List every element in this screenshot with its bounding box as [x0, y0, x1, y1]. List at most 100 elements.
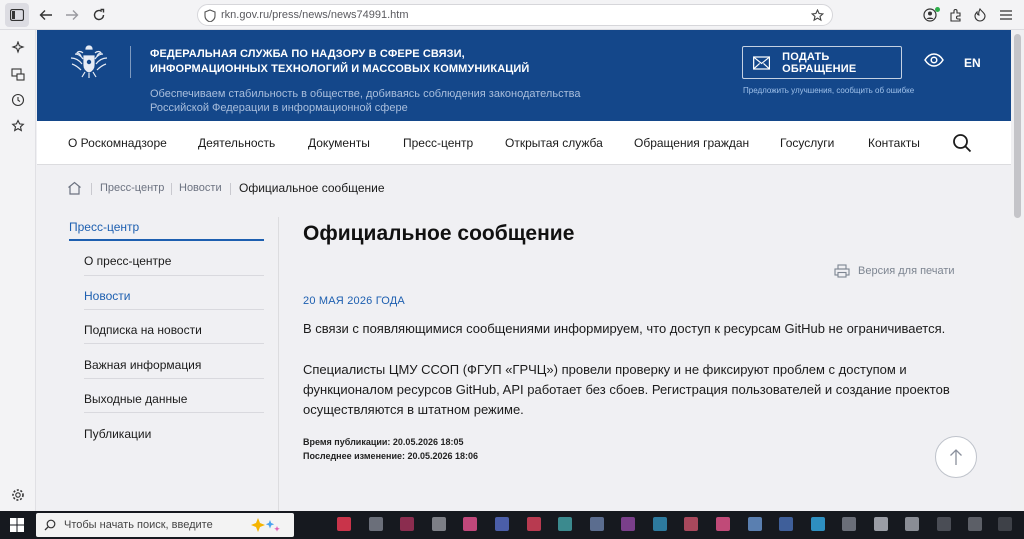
- customize-sidebar-icon[interactable]: [8, 485, 28, 505]
- suggest-improvements-link[interactable]: Предложить улучшения, сообщить об ошибке: [743, 86, 914, 95]
- home-icon[interactable]: [67, 181, 82, 195]
- account-icon[interactable]: [918, 3, 942, 27]
- taskbar-search-placeholder: Чтобы начать поиск, введите: [64, 519, 213, 531]
- nav-item-citizen-appeals[interactable]: Обращения граждан: [634, 136, 749, 150]
- taskbar-app-icon[interactable]: [558, 517, 572, 531]
- taskbar-app-icon[interactable]: [905, 517, 919, 531]
- taskbar-app-icon[interactable]: [463, 517, 477, 531]
- tagline-line2: Российской Федерации в информационной сф…: [150, 102, 408, 114]
- breadcrumb-press-center[interactable]: Пресс-центр: [100, 182, 164, 194]
- taskbar-tray-icon[interactable]: [968, 517, 982, 531]
- submenu-divider: [84, 378, 264, 379]
- taskbar-app-icon[interactable]: [495, 517, 509, 531]
- submenu-title-underline: [69, 239, 264, 241]
- taskbar-search-box[interactable]: Чтобы начать поиск, введите: [36, 513, 294, 537]
- submenu-item-important-info[interactable]: Важная информация: [84, 358, 201, 372]
- nav-item-gosuslugi[interactable]: Госуслуги: [780, 136, 834, 150]
- site-header: ФЕДЕРАЛЬНАЯ СЛУЖБА ПО НАДЗОРУ В СФЕРЕ СВ…: [37, 30, 1011, 121]
- sidebar-toggle-icon[interactable]: [5, 3, 29, 27]
- taskbar-app-icon[interactable]: [621, 517, 635, 531]
- search-icon[interactable]: [952, 133, 972, 153]
- page-scrollbar[interactable]: [1011, 30, 1024, 511]
- article-paragraph-1: В связи с появляющимися сообщениями инфо…: [303, 321, 946, 336]
- nav-item-contacts[interactable]: Контакты: [868, 136, 920, 150]
- submenu-item-publications[interactable]: Публикации: [84, 427, 151, 441]
- taskbar-app-icon[interactable]: [748, 517, 762, 531]
- nav-item-about[interactable]: О Роскомнадзоре: [68, 136, 167, 150]
- coat-of-arms-logo[interactable]: [67, 40, 111, 84]
- notification-dot: [935, 7, 940, 12]
- taskbar-app-icon[interactable]: [527, 517, 541, 531]
- menu-icon[interactable]: [994, 3, 1018, 27]
- breadcrumb-news[interactable]: Новости: [179, 182, 222, 194]
- submenu-item-imprint[interactable]: Выходные данные: [84, 392, 187, 406]
- taskbar-search-icon: [44, 519, 56, 531]
- synced-tabs-icon[interactable]: [8, 64, 28, 84]
- nav-item-activity[interactable]: Деятельность: [198, 136, 275, 150]
- column-divider: [278, 217, 279, 511]
- scroll-to-top-button[interactable]: [935, 436, 977, 478]
- taskbar-app-icon[interactable]: [779, 517, 793, 531]
- taskbar-app-icon[interactable]: [400, 517, 414, 531]
- article-paragraph-2-line-1: Специалисты ЦМУ ССОП (ФГУП «ГРЧЦ») прове…: [303, 362, 907, 377]
- ai-chat-icon[interactable]: [8, 38, 28, 58]
- taskbar-app-icon[interactable]: [842, 517, 856, 531]
- print-version-link[interactable]: Версия для печати: [834, 264, 955, 278]
- submenu-divider: [84, 275, 264, 276]
- scrollbar-thumb[interactable]: [1014, 34, 1021, 218]
- nav-item-open-service[interactable]: Открытая служба: [505, 136, 603, 150]
- submenu-divider: [84, 309, 264, 310]
- submenu-title[interactable]: Пресс-центр: [69, 220, 139, 234]
- tagline-line1: Обеспечиваем стабильность в обществе, до…: [150, 88, 581, 100]
- article-paragraph-2: Специалисты ЦМУ ССОП (ФГУП «ГРЧЦ») прове…: [303, 360, 983, 420]
- bookmarks-icon[interactable]: [8, 116, 28, 136]
- taskbar-app-icon[interactable]: [811, 517, 825, 531]
- breadcrumb-current: Официальное сообщение: [239, 181, 385, 195]
- reload-icon[interactable]: [87, 3, 111, 27]
- site-tagline: Обеспечиваем стабильность в обществе, до…: [150, 87, 580, 115]
- taskbar-app-icon[interactable]: [716, 517, 730, 531]
- last-modified-time: Последнее изменение: 20.05.2026 18:06: [303, 451, 479, 461]
- taskbar-app-icon[interactable]: [874, 517, 888, 531]
- taskbar-app-icon[interactable]: [590, 517, 604, 531]
- breadcrumb-separator: [171, 183, 172, 195]
- windows-start-icon[interactable]: [10, 518, 24, 532]
- taskbar-tray-icon[interactable]: [937, 517, 951, 531]
- organization-name-line1: ФЕДЕРАЛЬНАЯ СЛУЖБА ПО НАДЗОРУ В СФЕРЕ СВ…: [150, 48, 465, 60]
- extensions-icon[interactable]: [944, 3, 968, 27]
- nav-item-press-center[interactable]: Пресс-центр: [403, 136, 473, 150]
- bookmark-star-icon[interactable]: [811, 9, 824, 22]
- taskbar-app-icon[interactable]: [432, 517, 446, 531]
- taskbar-tray-icon[interactable]: [998, 517, 1012, 531]
- taskbar-app-icon[interactable]: [337, 517, 351, 531]
- taskbar-app-icon[interactable]: [369, 517, 383, 531]
- taskbar-app-icon[interactable]: [684, 517, 698, 531]
- accessibility-eye-icon[interactable]: [924, 53, 944, 67]
- address-bar[interactable]: rkn.gov.ru/press/news/news74991.htm: [197, 4, 833, 26]
- browser-sidebar: [0, 30, 36, 511]
- submenu-item-news[interactable]: Новости: [84, 289, 130, 303]
- browser-toolbar: rkn.gov.ru/press/news/news74991.htm: [0, 0, 1024, 30]
- history-icon[interactable]: [8, 90, 28, 110]
- site-info-icon[interactable]: [204, 9, 216, 22]
- submit-appeal-button[interactable]: ПОДАТЬ ОБРАЩЕНИЕ: [742, 46, 902, 79]
- print-version-label: Версия для печати: [858, 265, 955, 277]
- organization-name-line2: ИНФОРМАЦИОННЫХ ТЕХНОЛОГИЙ И МАССОВЫХ КОМ…: [150, 63, 530, 75]
- firefox-view-icon[interactable]: [968, 3, 992, 27]
- submenu-divider: [84, 412, 264, 413]
- back-icon[interactable]: [34, 3, 58, 27]
- submenu-item-subscription[interactable]: Подписка на новости: [84, 323, 202, 337]
- breadcrumb-separator: [91, 183, 92, 195]
- language-switch[interactable]: EN: [964, 56, 981, 70]
- submenu-divider: [84, 343, 264, 344]
- breadcrumb-separator: [230, 183, 231, 195]
- submit-appeal-label: ПОДАТЬ ОБРАЩЕНИЕ: [782, 50, 857, 75]
- arrow-up-icon: [950, 449, 962, 465]
- forward-icon[interactable]: [60, 3, 84, 27]
- submenu-item-about-press-center[interactable]: О пресс-центре: [84, 254, 171, 268]
- nav-item-documents[interactable]: Документы: [308, 136, 370, 150]
- organization-name[interactable]: ФЕДЕРАЛЬНАЯ СЛУЖБА ПО НАДЗОРУ В СФЕРЕ СВ…: [150, 47, 529, 77]
- taskbar-app-icon[interactable]: [653, 517, 667, 531]
- search-highlight-sparkles-icon: [251, 518, 280, 532]
- article-date: 20 МАЯ 2026 ГОДА: [303, 295, 405, 307]
